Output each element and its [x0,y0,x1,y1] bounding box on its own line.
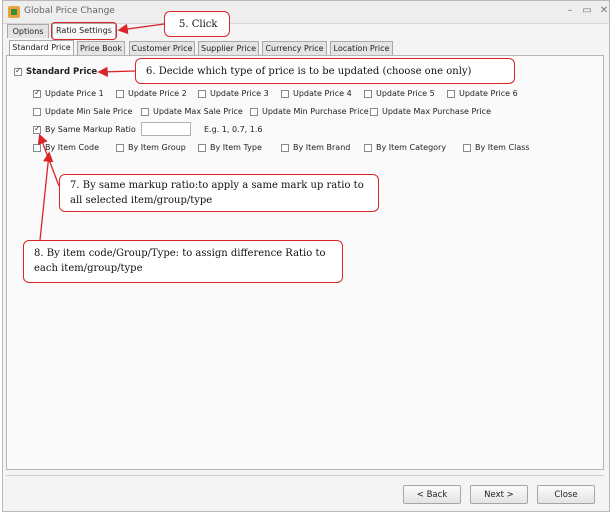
update-max-purchase-price-checkbox[interactable]: Update Max Purchase Price [370,107,491,116]
update-price-4-checkbox[interactable]: Update Price 4 [281,89,352,98]
checkbox-icon[interactable] [198,143,206,152]
checkbox-icon[interactable] [250,107,258,116]
tab-location-price[interactable]: Location Price [330,41,393,55]
checkbox-icon[interactable] [364,89,372,98]
maximize-icon[interactable]: ▭ [580,5,594,16]
checkbox-icon[interactable] [33,124,41,134]
minimize-icon[interactable]: – [563,5,577,16]
checkbox-icon[interactable] [281,89,289,98]
option-label: By Item Type [210,143,262,152]
option-label: By Item Class [475,143,530,152]
option-label: Update Max Purchase Price [382,107,491,116]
option-label: By Item Group [128,143,186,152]
option-label: Update Price 6 [459,89,518,98]
option-label: Update Min Purchase Price [262,107,369,116]
app-icon [8,6,20,18]
tab-price-book[interactable]: Price Book [77,41,125,55]
option-label: By Item Brand [293,143,351,152]
close-window-icon[interactable]: ✕ [597,5,611,16]
update-price-1-checkbox[interactable]: Update Price 1 [33,88,104,98]
back-button[interactable]: < Back [403,485,461,504]
option-label: Update Price 1 [45,89,104,98]
checkbox-icon[interactable] [33,107,41,116]
update-price-2-checkbox[interactable]: Update Price 2 [116,89,187,98]
option-label: Update Price 4 [293,89,352,98]
tab-options[interactable]: Options [7,24,49,38]
checkbox-icon[interactable] [141,107,149,116]
option-label: Update Min Sale Price [45,107,133,116]
checkbox-icon[interactable] [116,89,124,98]
tab-customer-price[interactable]: Customer Price [129,41,195,55]
checkbox-icon[interactable] [198,89,206,98]
same-markup-ratio-checkbox[interactable]: By Same Markup Ratio [33,124,136,134]
checkbox-icon[interactable] [14,66,22,76]
update-price-5-checkbox[interactable]: Update Price 5 [364,89,435,98]
option-label: By Item Category [376,143,447,152]
title-bar: Global Price Change – ▭ ✕ [3,1,609,24]
update-price-6-checkbox[interactable]: Update Price 6 [447,89,518,98]
ratio-settings-highlight [51,22,117,40]
checkbox-icon[interactable] [370,107,378,116]
markup-ratio-hint: E.g. 1, 0.7, 1.6 [204,125,263,134]
update-min-sale-price-checkbox[interactable]: Update Min Sale Price [33,107,132,116]
callout-step-5: 5. Click [164,11,230,37]
checkbox-icon[interactable] [33,143,41,152]
callout-step-6: 6. Decide which type of price is to be u… [135,58,515,84]
by-item-category-checkbox[interactable]: By Item Category [364,143,446,152]
update-min-purchase-price-checkbox[interactable]: Update Min Purchase Price [250,107,369,116]
option-label: Update Price 3 [210,89,269,98]
option-label: By Same Markup Ratio [45,125,136,134]
close-button[interactable]: Close [537,485,595,504]
checkbox-icon[interactable] [116,143,124,152]
footer-divider [6,475,604,476]
checkbox-icon[interactable] [447,89,455,98]
option-label: Update Price 2 [128,89,187,98]
markup-ratio-input[interactable] [141,122,191,136]
callout-step-8: 8. By item code/Group/Type: to assign di… [23,240,343,283]
checkbox-icon[interactable] [463,143,471,152]
by-item-type-checkbox[interactable]: By Item Type [198,143,262,152]
checkbox-icon[interactable] [281,143,289,152]
update-price-3-checkbox[interactable]: Update Price 3 [198,89,269,98]
tab-standard-price[interactable]: Standard Price [9,40,74,55]
standard-price-label: Standard Price [26,67,98,77]
tab-currency-price[interactable]: Currency Price [262,41,327,55]
option-label: By Item Code [45,143,99,152]
next-button[interactable]: Next > [470,485,528,504]
option-label: Update Price 5 [376,89,435,98]
tab-supplier-price[interactable]: Supplier Price [198,41,259,55]
checkbox-icon[interactable] [33,88,41,98]
window-title: Global Price Change [24,6,115,16]
by-item-group-checkbox[interactable]: By Item Group [116,143,186,152]
by-item-code-checkbox[interactable]: By Item Code [33,143,99,152]
update-max-sale-price-checkbox[interactable]: Update Max Sale Price [141,107,243,116]
option-label: Update Max Sale Price [153,107,243,116]
by-item-class-checkbox[interactable]: By Item Class [463,143,530,152]
standard-price-checkbox[interactable]: Standard Price [14,66,98,77]
by-item-brand-checkbox[interactable]: By Item Brand [281,143,350,152]
callout-step-7: 7. By same markup ratio:to apply a same … [59,174,379,212]
checkbox-icon[interactable] [364,143,372,152]
